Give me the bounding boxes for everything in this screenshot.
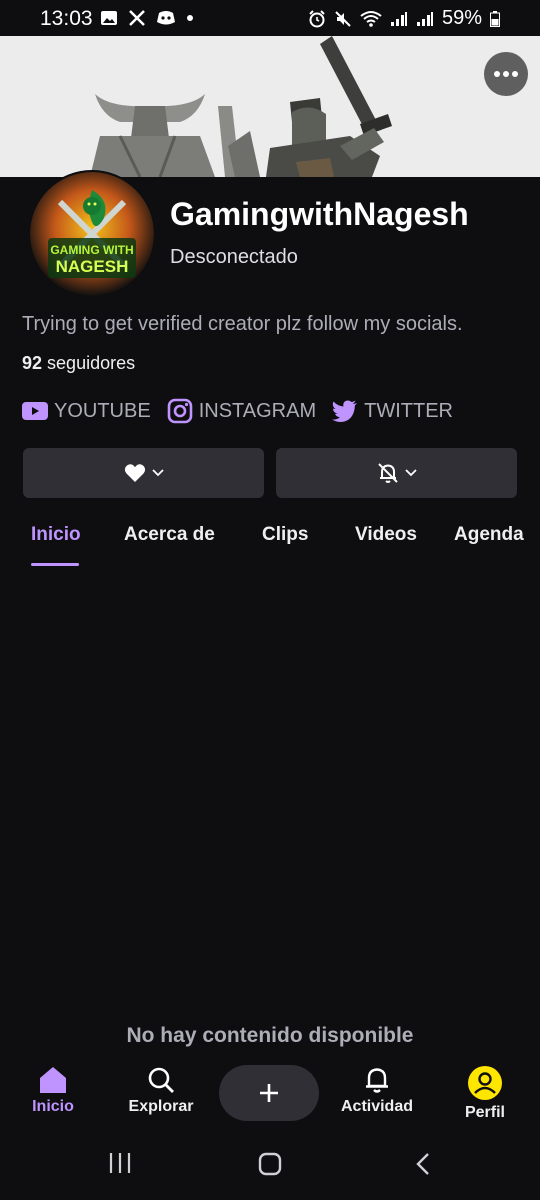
social-link-twitter[interactable]: TWITTER: [332, 400, 453, 423]
notifications-button[interactable]: [276, 448, 517, 498]
social-link-instagram[interactable]: INSTAGRAM: [167, 398, 316, 424]
social-label-twitter: TWITTER: [364, 399, 453, 422]
social-label-instagram: INSTAGRAM: [198, 399, 317, 422]
more-options-button[interactable]: [484, 52, 528, 96]
nav-item-inicio[interactable]: Inicio: [3, 1066, 103, 1116]
tab-inicio[interactable]: Inicio: [31, 524, 81, 546]
battery-percent: 59%: [441, 7, 482, 29]
nav-item-explorar[interactable]: Explorar: [111, 1066, 211, 1116]
image-icon: [100, 9, 118, 27]
youtube-icon: [22, 401, 48, 421]
channel-avatar[interactable]: GAMING WITH NAGESH: [28, 170, 156, 298]
nav-item-perfil[interactable]: Perfil: [435, 1066, 535, 1122]
followers-number: 92: [22, 353, 43, 373]
profile-tabs: Inicio Acerca de Clips Videos Agenda: [0, 520, 540, 568]
profile-icon: [468, 1066, 502, 1100]
nav-label-inicio: Inicio: [32, 1098, 74, 1115]
system-navigation-bar: [0, 1130, 540, 1200]
status-time: 13:03: [40, 7, 93, 30]
home-button-icon[interactable]: [258, 1152, 282, 1176]
signal-icon: [390, 11, 408, 27]
bottom-navigation: Inicio Explorar Actividad Perfil: [0, 1060, 540, 1130]
bell-icon: [364, 1066, 390, 1094]
nav-label-actividad: Actividad: [340, 1098, 413, 1115]
notification-icons: [100, 9, 194, 27]
live-status: Desconectado: [170, 246, 298, 268]
tab-acerca-de[interactable]: Acerca de: [124, 524, 215, 546]
search-icon: [147, 1066, 175, 1094]
follow-button[interactable]: [23, 448, 264, 498]
status-bar: 13:03 59%: [0, 0, 540, 36]
instagram-icon: [167, 398, 193, 424]
dot-icon: [186, 14, 194, 22]
wifi-icon: [360, 10, 382, 28]
avatar-text-line2: NAGESH: [56, 257, 129, 276]
plus-icon: [258, 1082, 280, 1104]
avatar-logo: GAMING WITH NAGESH: [30, 172, 154, 296]
chevron-down-icon: [151, 469, 164, 477]
nav-label-perfil: Perfil: [464, 1104, 505, 1121]
mute-icon: [334, 10, 352, 28]
social-links: YOUTUBE INSTAGRAM TWITTER: [22, 398, 469, 424]
nav-label-explorar: Explorar: [128, 1098, 194, 1115]
battery-icon: [490, 10, 500, 27]
channel-name: GamingwithNagesh: [170, 196, 469, 232]
tab-clips[interactable]: Clips: [262, 524, 308, 546]
recent-apps-icon[interactable]: [108, 1152, 132, 1174]
banner-image: [0, 36, 540, 177]
system-status-icons: 59%: [308, 7, 500, 30]
home-icon: [38, 1066, 68, 1094]
x-logo-icon: [128, 9, 146, 27]
create-button[interactable]: [219, 1065, 319, 1121]
more-options-icon: [493, 70, 519, 78]
chevron-down-icon: [404, 469, 417, 477]
signal-icon: [416, 11, 434, 27]
tab-agenda[interactable]: Agenda: [454, 524, 524, 546]
empty-content-message: No hay contenido disponible: [126, 1024, 414, 1047]
back-icon[interactable]: [414, 1152, 432, 1176]
nav-item-actividad[interactable]: Actividad: [327, 1066, 427, 1116]
tab-videos[interactable]: Videos: [355, 524, 417, 546]
twitter-icon: [332, 400, 358, 422]
social-link-youtube[interactable]: YOUTUBE: [22, 400, 151, 423]
discord-icon: [156, 10, 176, 26]
active-tab-indicator: [31, 563, 79, 566]
avatar-text-line1: GAMING WITH: [50, 243, 133, 257]
channel-banner: [0, 36, 540, 177]
social-label-youtube: YOUTUBE: [54, 399, 151, 422]
heart-icon: [124, 463, 146, 483]
alarm-icon: [308, 9, 326, 28]
bell-off-icon: [377, 462, 399, 484]
followers-label: seguidores: [47, 353, 136, 373]
followers-count: 92 seguidores: [22, 353, 135, 374]
channel-bio: Trying to get verified creator plz follo…: [22, 313, 463, 335]
